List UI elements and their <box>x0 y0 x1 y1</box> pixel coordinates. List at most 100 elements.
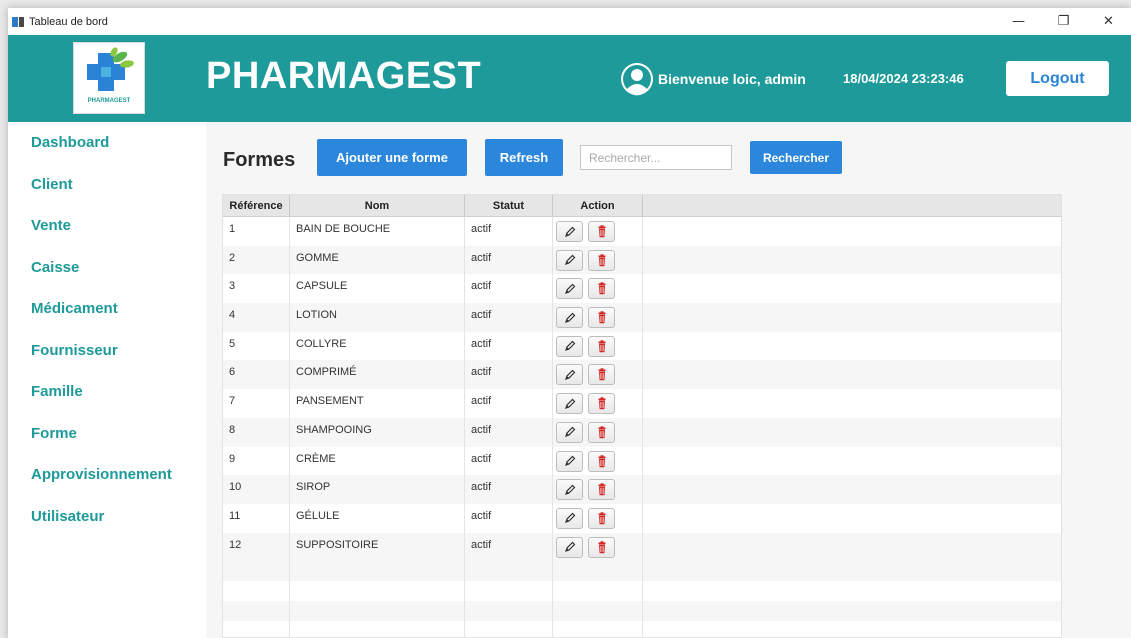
trash-icon <box>598 397 605 410</box>
pencil-icon <box>564 541 575 553</box>
cell-statut: actif <box>465 360 553 390</box>
title-bar: Tableau de bord — ❐ ✕ <box>8 8 1131 35</box>
refresh-button[interactable]: Refresh <box>485 139 563 176</box>
edit-button[interactable] <box>556 278 583 300</box>
datetime-text: 18/04/2024 23:23:46 <box>843 71 964 86</box>
sidebar-item-fournisseur[interactable]: Fournisseur <box>31 342 118 359</box>
table-header: Référence Nom Statut Action <box>223 195 1061 217</box>
minimize-button[interactable]: — <box>996 8 1041 35</box>
user-avatar-icon <box>621 63 653 96</box>
edit-button[interactable] <box>556 507 583 529</box>
trash-icon <box>598 368 605 381</box>
edit-button[interactable] <box>556 536 583 558</box>
cell-action <box>553 360 643 390</box>
edit-button[interactable] <box>556 450 583 472</box>
pharmacy-cross-icon <box>87 47 134 91</box>
sidebar-item-dashboard[interactable]: Dashboard <box>31 134 109 151</box>
delete-button[interactable] <box>588 393 615 415</box>
cell-nom: SIROP <box>290 475 465 504</box>
cell-action <box>553 303 643 332</box>
cell-action <box>553 331 643 361</box>
column-header-statut[interactable]: Statut <box>465 195 553 216</box>
delete-button[interactable] <box>588 507 615 529</box>
empty-row <box>223 601 1061 622</box>
column-header-action[interactable]: Action <box>553 195 643 216</box>
table-row[interactable]: 6 COMPRIMÉ actif <box>223 360 1061 390</box>
cell-statut: actif <box>465 274 553 304</box>
pencil-icon <box>564 455 575 466</box>
delete-button[interactable] <box>588 536 615 558</box>
table-row[interactable]: 12 SUPPOSITOIRE actif <box>223 532 1061 562</box>
table-row[interactable]: 1 BAIN DE BOUCHE actif <box>223 217 1061 246</box>
delete-button[interactable] <box>588 421 615 443</box>
sidebar-item-caisse[interactable]: Caisse <box>31 259 79 276</box>
trash-icon <box>598 454 605 467</box>
table-row[interactable]: 11 GÉLULE actif <box>223 503 1061 533</box>
sidebar-item-utilisateur[interactable]: Utilisateur <box>31 508 104 525</box>
table-row[interactable]: 8 SHAMPOOING actif <box>223 417 1061 447</box>
delete-button[interactable] <box>588 249 615 271</box>
table-row[interactable]: 2 GOMME actif <box>223 245 1061 275</box>
table-row[interactable]: 7 PANSEMENT actif <box>223 389 1061 418</box>
pencil-icon <box>564 312 575 323</box>
empty-row <box>223 621 1061 638</box>
edit-button[interactable] <box>556 221 583 242</box>
delete-button[interactable] <box>588 307 615 329</box>
table-row[interactable]: 4 LOTION actif <box>223 303 1061 332</box>
table-row[interactable]: 10 SIROP actif <box>223 475 1061 504</box>
add-forme-button[interactable]: Ajouter une forme <box>317 139 467 176</box>
edit-button[interactable] <box>556 364 583 386</box>
delete-button[interactable] <box>588 364 615 386</box>
edit-button[interactable] <box>556 335 583 357</box>
cell-statut: actif <box>465 245 553 275</box>
sidebar-item-medicament[interactable]: Médicament <box>31 300 118 317</box>
cell-nom: CRÈME <box>290 446 465 476</box>
app-window: Tableau de bord — ❐ ✕ PHARMAGEST PHARMAG… <box>8 8 1131 638</box>
sidebar-item-approvisionnement[interactable]: Approvisionnement <box>31 466 172 483</box>
cell-statut: actif <box>465 331 553 361</box>
delete-button[interactable] <box>588 278 615 300</box>
edit-button[interactable] <box>556 307 583 329</box>
cell-reference: 12 <box>223 532 290 562</box>
sidebar-item-client[interactable]: Client <box>31 176 73 193</box>
empty-row <box>223 581 1061 602</box>
cell-action <box>553 532 643 562</box>
close-button[interactable]: ✕ <box>1086 8 1131 35</box>
cell-action <box>553 417 643 447</box>
edit-button[interactable] <box>556 249 583 271</box>
delete-button[interactable] <box>588 335 615 357</box>
cell-action <box>553 446 643 476</box>
pencil-icon <box>564 426 575 438</box>
cell-reference: 6 <box>223 360 290 390</box>
sidebar-item-vente[interactable]: Vente <box>31 217 71 234</box>
cell-statut: actif <box>465 475 553 504</box>
delete-button[interactable] <box>588 479 615 501</box>
table-row[interactable]: 3 CAPSULE actif <box>223 274 1061 304</box>
column-header-empty <box>643 195 1061 216</box>
column-header-nom[interactable]: Nom <box>290 195 465 216</box>
search-button[interactable]: Rechercher <box>750 141 842 174</box>
cell-nom: COLLYRE <box>290 331 465 361</box>
cell-reference: 7 <box>223 389 290 418</box>
maximize-button[interactable]: ❐ <box>1041 8 1086 35</box>
cell-nom: CAPSULE <box>290 274 465 304</box>
delete-button[interactable] <box>588 450 615 472</box>
sidebar-item-forme[interactable]: Forme <box>31 425 77 442</box>
trash-icon <box>598 426 605 439</box>
cell-reference: 11 <box>223 503 290 533</box>
pencil-icon <box>564 369 575 380</box>
edit-button[interactable] <box>556 393 583 415</box>
table-row[interactable]: 9 CRÈME actif <box>223 446 1061 476</box>
cell-statut: actif <box>465 217 553 246</box>
search-input[interactable] <box>580 145 732 170</box>
window-title: Tableau de bord <box>29 15 108 28</box>
delete-button[interactable] <box>588 221 615 242</box>
edit-button[interactable] <box>556 479 583 501</box>
column-header-reference[interactable]: Référence <box>223 195 290 216</box>
main-content: Formes Ajouter une forme Refresh Recherc… <box>206 122 1131 638</box>
sidebar-item-famille[interactable]: Famille <box>31 383 83 400</box>
edit-button[interactable] <box>556 421 583 443</box>
table-row[interactable]: 5 COLLYRE actif <box>223 331 1061 361</box>
logout-button[interactable]: Logout <box>1006 61 1109 96</box>
cell-reference: 4 <box>223 303 290 332</box>
